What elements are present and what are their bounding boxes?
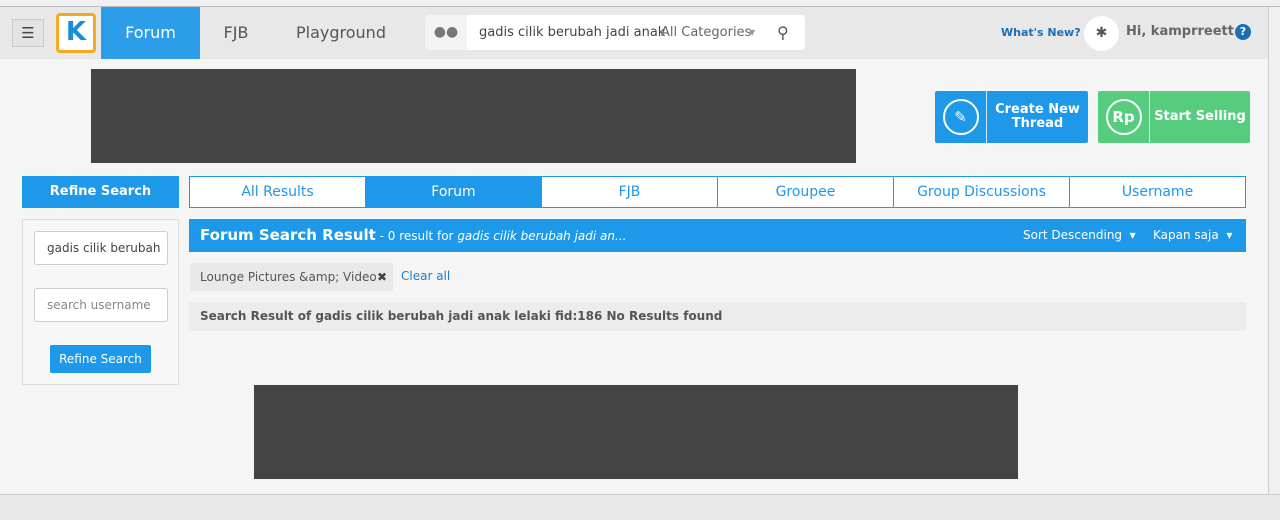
scrollbar[interactable] — [1268, 7, 1280, 494]
refine-search-button[interactable]: Refine Search — [50, 345, 151, 373]
rupiah-icon: Rp — [1105, 99, 1142, 135]
no-results-message: Search Result of gadis cilik berubah jad… — [189, 302, 1246, 331]
hamburger-menu-button[interactable]: ☰ — [12, 19, 44, 47]
chat-cloud-icon[interactable]: ●● — [425, 15, 467, 50]
help-icon[interactable]: ? — [1235, 24, 1251, 40]
category-select[interactable]: All Categories — [661, 15, 751, 50]
results-count: - 0 result for — [375, 229, 458, 243]
ad-banner-bottom — [254, 385, 1018, 479]
refine-search-panel: gadis cilik berubah search username Refi… — [22, 219, 179, 385]
tab-all-results[interactable]: All Results — [190, 177, 366, 207]
whats-new-link[interactable]: What's New? — [1001, 26, 1081, 39]
keyword-input[interactable]: gadis cilik berubah — [34, 231, 168, 265]
tab-fjb[interactable]: FJB — [542, 177, 718, 207]
results-title: Forum Search Result — [200, 226, 376, 244]
create-thread-button[interactable]: ✎ Create New Thread — [935, 91, 1088, 143]
nav-playground[interactable]: Playground — [282, 7, 400, 59]
nav-forum[interactable]: Forum — [101, 7, 200, 59]
pencil-icon: ✎ — [942, 99, 979, 135]
search-icon[interactable]: ⚲ — [777, 15, 789, 50]
start-selling-label: Start Selling — [1154, 109, 1246, 124]
start-selling-button[interactable]: Rp Start Selling — [1098, 91, 1250, 143]
kaskus-logo[interactable]: K — [56, 13, 96, 53]
bottom-bar — [0, 494, 1280, 520]
tab-group-discussions[interactable]: Group Discussions — [894, 177, 1070, 207]
chevron-down-icon: ▼ — [749, 28, 756, 37]
results-header: Forum Search Result - 0 result for gadis… — [189, 219, 1246, 252]
create-thread-label: Create New Thread — [995, 102, 1080, 131]
close-icon[interactable]: ✖ — [377, 263, 387, 291]
nav-fjb[interactable]: FJB — [200, 7, 272, 59]
search-input[interactable]: gadis cilik berubah jadi anak — [479, 15, 665, 50]
browser-top-edge — [0, 0, 1280, 7]
clear-all-link[interactable]: Clear all — [401, 269, 450, 283]
sort-dropdown[interactable]: Sort Descending ▾ — [1023, 219, 1136, 252]
avatar[interactable]: ✱ — [1084, 16, 1119, 51]
tab-groupee[interactable]: Groupee — [718, 177, 894, 207]
filter-chip: Lounge Pictures &amp; Video ✖ — [190, 263, 393, 291]
tab-username[interactable]: Username — [1070, 177, 1245, 207]
results-query: gadis cilik berubah jadi an... — [457, 229, 627, 243]
time-dropdown[interactable]: Kapan saja ▾ — [1153, 219, 1232, 252]
refine-search-heading: Refine Search — [22, 176, 179, 208]
username-input[interactable]: search username — [34, 288, 168, 322]
tab-forum[interactable]: Forum — [366, 177, 542, 207]
user-greeting[interactable]: Hi, kamprreett — [1126, 24, 1234, 39]
result-tabs: All Results Forum FJB Groupee Group Disc… — [189, 176, 1246, 208]
search-bar: ●● gadis cilik berubah jadi anak All Cat… — [425, 15, 805, 50]
top-navbar: ☰ K Forum FJB Playground ●● gadis cilik … — [0, 7, 1268, 59]
ad-banner-top — [91, 69, 856, 163]
